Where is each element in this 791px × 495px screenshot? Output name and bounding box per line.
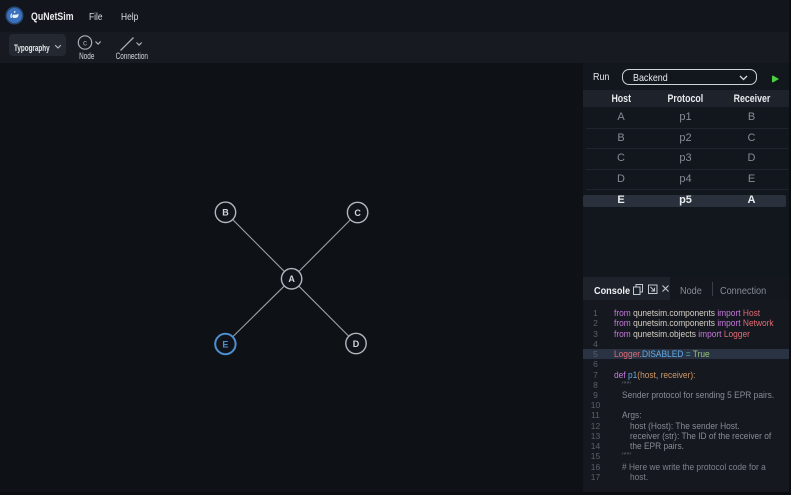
svg-text:B: B bbox=[222, 208, 229, 218]
svg-text:A: A bbox=[288, 274, 295, 284]
svg-text:E: E bbox=[222, 339, 228, 349]
svg-text:C: C bbox=[354, 208, 361, 218]
svg-text:D: D bbox=[353, 339, 360, 349]
svg-text:c: c bbox=[83, 38, 87, 47]
